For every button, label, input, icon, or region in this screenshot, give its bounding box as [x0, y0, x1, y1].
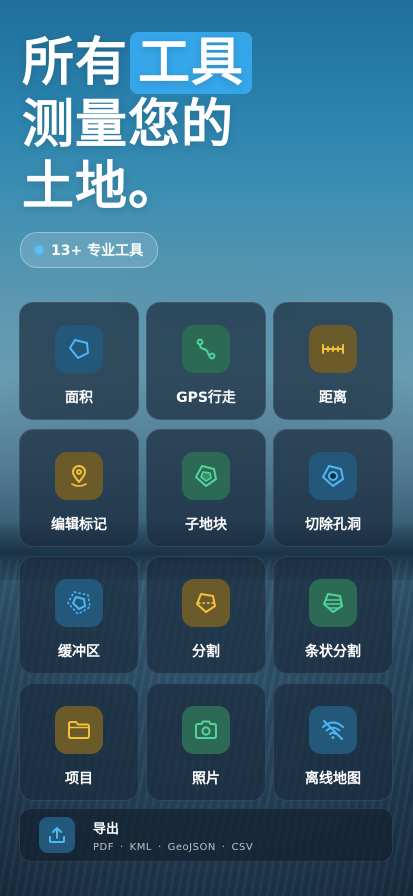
strip-split-icon — [309, 579, 357, 627]
tool-label: 分割 — [192, 644, 220, 660]
tool-count-badge: 13+ 专业工具 — [20, 232, 159, 268]
export-bar[interactable]: 导出 PDF · KML · GeoJSON · CSV — [19, 808, 393, 862]
hero-headline: 所有 工具 测量您的 土地。 — [22, 32, 253, 218]
map-pin-icon — [55, 452, 103, 500]
tool-offline-maps[interactable]: 离线地图 — [273, 683, 393, 801]
headline-highlight: 工具 — [130, 32, 253, 94]
tool-label: 距离 — [319, 390, 347, 406]
format-kml: KML — [129, 841, 152, 853]
badge-dot-icon — [35, 246, 43, 254]
headline-line-1: 所有 工具 — [22, 32, 253, 94]
tool-sub-plot[interactable]: 子地块 — [146, 429, 266, 547]
tool-label: 项目 — [65, 771, 93, 787]
tool-label: 编辑标记 — [51, 517, 107, 533]
tool-area[interactable]: 面积 — [19, 302, 139, 420]
tool-label: GPS行走 — [176, 390, 236, 406]
export-formats: PDF · KML · GeoJSON · CSV — [93, 841, 254, 853]
polygon-icon — [55, 325, 103, 373]
tool-strip-split[interactable]: 条状分割 — [273, 556, 393, 674]
cut-hole-icon — [309, 452, 357, 500]
sub-plot-icon — [182, 452, 230, 500]
folder-icon — [55, 706, 103, 754]
tool-label: 条状分割 — [305, 644, 361, 660]
tool-label: 切除孔洞 — [305, 517, 361, 533]
tool-split[interactable]: 分割 — [146, 556, 266, 674]
format-csv: CSV — [231, 841, 254, 853]
format-geojson: GeoJSON — [167, 841, 216, 853]
tool-cut-hole[interactable]: 切除孔洞 — [273, 429, 393, 547]
export-title: 导出 — [93, 821, 120, 837]
tool-gps-walk[interactable]: GPS行走 — [146, 302, 266, 420]
tool-label: 子地块 — [185, 517, 227, 533]
ruler-icon — [309, 325, 357, 373]
tool-grid: 面积 GPS行走 距离 编辑标记 子地块 切除孔洞 缓冲区 分割 条状分割 项目… — [19, 302, 393, 801]
camera-icon — [182, 706, 230, 754]
headline-prefix: 所有 — [22, 33, 129, 93]
headline-line-2: 测量您的 — [22, 95, 235, 155]
tool-label: 缓冲区 — [58, 644, 100, 660]
buffer-icon — [55, 579, 103, 627]
format-pdf: PDF — [93, 841, 114, 853]
route-icon — [182, 325, 230, 373]
tool-label: 照片 — [192, 771, 220, 787]
upload-icon — [39, 817, 75, 853]
tool-projects[interactable]: 项目 — [19, 683, 139, 801]
headline-line-3: 土地。 — [22, 157, 182, 217]
tool-edit-markers[interactable]: 编辑标记 — [19, 429, 139, 547]
tool-label: 面积 — [65, 390, 93, 406]
badge-label: 13+ 专业工具 — [51, 243, 144, 259]
wifi-off-icon — [309, 706, 357, 754]
tool-distance[interactable]: 距离 — [273, 302, 393, 420]
tool-buffer[interactable]: 缓冲区 — [19, 556, 139, 674]
tool-photos[interactable]: 照片 — [146, 683, 266, 801]
split-icon — [182, 579, 230, 627]
tool-label: 离线地图 — [305, 771, 361, 787]
